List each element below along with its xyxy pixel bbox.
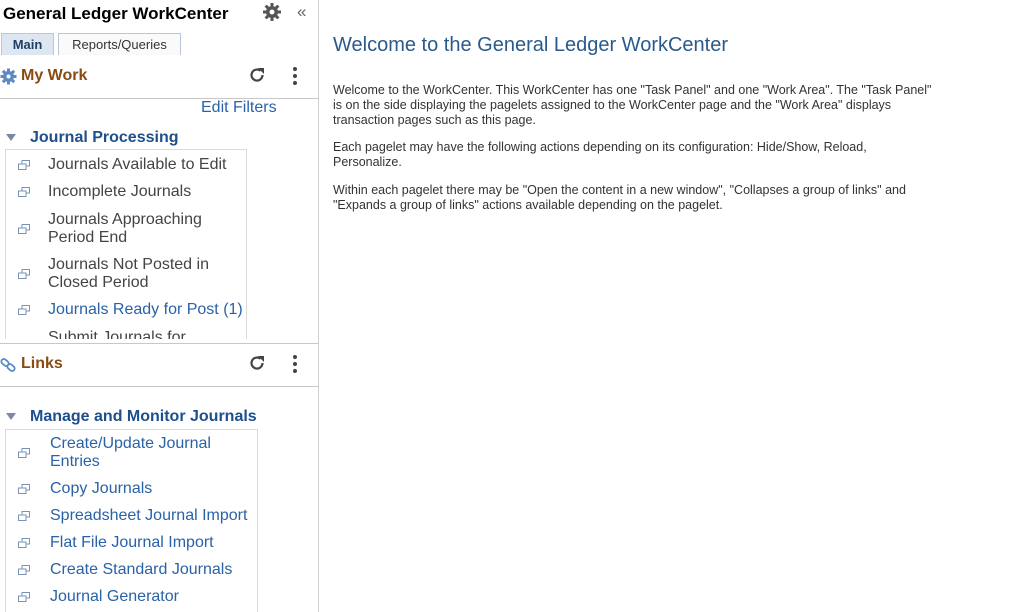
list-item-label: Flat File Journal Import	[50, 534, 214, 551]
manage-monitor-journals-title: Manage and Monitor Journals	[30, 408, 257, 425]
list-item-label: Journals Ready for Post (1)	[48, 301, 243, 318]
panel-title: General Ledger WorkCenter	[3, 4, 229, 23]
list-item-label: Copy Journals	[50, 480, 153, 497]
actions-paragraph: Each pagelet may have the following acti…	[333, 140, 867, 169]
link-window-icon	[18, 448, 30, 458]
link-window-icon	[18, 224, 30, 234]
link-window-icon	[18, 538, 30, 548]
link-window-icon	[18, 484, 30, 494]
settings-gear-icon[interactable]	[262, 2, 282, 22]
link-window-icon	[18, 511, 30, 521]
edit-filters-link[interactable]: Edit Filters	[201, 99, 277, 117]
links-title: Links	[21, 355, 63, 372]
list-item-label: Spreadsheet Journal Import	[50, 507, 248, 524]
manage-monitor-journals-group[interactable]: Manage and Monitor Journals	[6, 408, 257, 426]
tab-main[interactable]: Main	[1, 33, 54, 55]
collapse-triangle-icon[interactable]	[6, 134, 16, 141]
intro-paragraph: Welcome to the WorkCenter. This WorkCent…	[333, 83, 932, 127]
list-item-label: Journals Approaching Period End	[48, 211, 202, 246]
collapse-panel-icon[interactable]: «	[297, 2, 306, 22]
my-work-links: Journals Available to Edit Incomplete Jo…	[5, 149, 247, 339]
page-title: Welcome to the General Ledger WorkCenter	[333, 34, 729, 56]
list-item-label: Journal Generator	[50, 588, 179, 605]
links-list: Create/Update Journal Entries Copy Journ…	[5, 429, 258, 612]
link-window-icon	[18, 305, 30, 315]
more-actions-icon[interactable]	[288, 65, 302, 87]
refresh-icon[interactable]	[247, 353, 267, 373]
link-window-icon	[18, 565, 30, 575]
list-item-label: Create/Update Journal Entries	[50, 435, 211, 470]
link-window-icon	[18, 269, 30, 279]
pagelet-actions-paragraph: Within each pagelet there may be "Open t…	[333, 183, 906, 212]
links-pagelet-header: Links	[0, 343, 318, 387]
link-window-icon	[18, 160, 30, 170]
link-chain-icon	[0, 358, 16, 372]
journal-processing-title: Journal Processing	[30, 129, 179, 146]
list-item-label: Journals Not Posted in Closed Period	[48, 256, 209, 291]
my-work-title: My Work	[21, 67, 88, 84]
collapse-triangle-icon[interactable]	[6, 413, 16, 420]
link-window-icon	[18, 592, 30, 602]
list-item-label: Create Standard Journals	[50, 561, 233, 578]
journal-processing-group[interactable]: Journal Processing	[6, 129, 179, 147]
list-item-label: Incomplete Journals	[48, 183, 192, 200]
refresh-icon[interactable]	[247, 65, 267, 85]
list-item-label: Journals Available to Edit	[48, 156, 227, 173]
task-panel: General Ledger WorkCenter « Main Reports…	[0, 0, 319, 612]
more-actions-icon[interactable]	[288, 353, 302, 375]
list-item-label: Submit Journals for	[48, 329, 186, 339]
my-work-gear-icon	[0, 68, 17, 85]
panel-tabs: Main Reports/Queries	[0, 32, 318, 57]
my-work-pagelet-header: My Work	[0, 56, 318, 99]
link-window-icon	[18, 187, 30, 197]
tab-reports-queries[interactable]: Reports/Queries	[58, 33, 181, 55]
